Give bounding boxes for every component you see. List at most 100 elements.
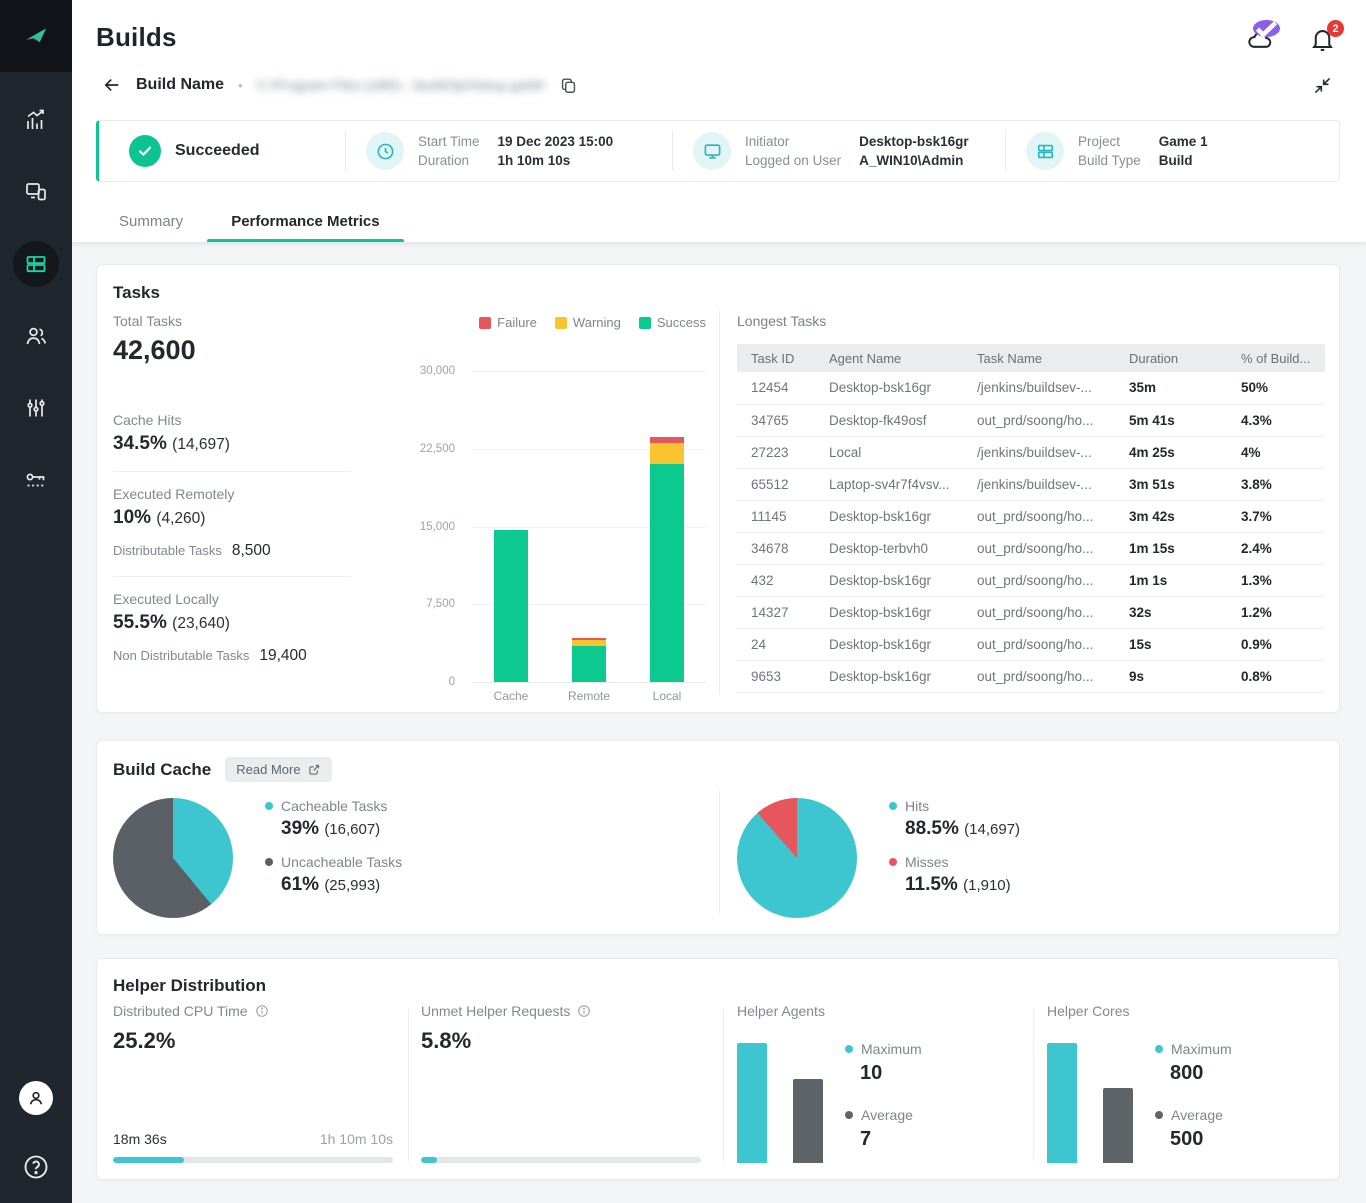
non-distributable-tasks-row: Non Distributable Tasks19,400 (113, 647, 363, 665)
cores-average-value: 500 (1170, 1128, 1232, 1151)
tab-summary[interactable]: Summary (95, 203, 207, 242)
task-id: 14327 (737, 596, 823, 628)
task-name: out_prd/soong/ho... (971, 404, 1123, 436)
table-row[interactable]: 65512Laptop-sv4r7f4vsv.../jenkins/builds… (737, 468, 1325, 500)
agents-average-value: 7 (860, 1128, 922, 1151)
sidebar-item-builds[interactable] (0, 228, 72, 300)
pct-of-build: 0.8% (1235, 660, 1325, 692)
avatar[interactable] (19, 1081, 53, 1115)
users-icon (24, 324, 48, 348)
average-dot (1155, 1111, 1163, 1119)
legend-item-failure: Failure (479, 315, 537, 330)
executed-locally-value: 55.5% (23,640) (113, 612, 363, 634)
help-button[interactable] (20, 1151, 52, 1183)
separator-dot: • (238, 78, 243, 93)
collapse-button[interactable] (1313, 76, 1332, 100)
build-cache-card: Build Cache Read More Cacheable Tasks 39… (96, 740, 1340, 935)
collapse-icon (1313, 76, 1332, 95)
tasks-title: Tasks (113, 283, 160, 303)
table-row[interactable]: 432Desktop-bsk16grout_prd/soong/ho...1m … (737, 564, 1325, 596)
table-row[interactable]: 34765Desktop-fk49osfout_prd/soong/ho...5… (737, 404, 1325, 436)
task-name: out_prd/soong/ho... (971, 596, 1123, 628)
maximum-dot (1155, 1045, 1163, 1053)
table-row[interactable]: 14327Desktop-bsk16grout_prd/soong/ho...3… (737, 596, 1325, 628)
pct-of-build: 2.4% (1235, 532, 1325, 564)
legend-swatch (555, 317, 567, 329)
unmet-requests-progressbar (421, 1157, 701, 1163)
agent-name: Desktop-bsk16gr (823, 628, 971, 660)
agent-name: Desktop-fk49osf (823, 404, 971, 436)
time-segment: Start Time 19 Dec 2023 15:00 Duration 1h… (346, 131, 672, 171)
uncacheable-legend-row: Uncacheable Tasks (265, 854, 525, 870)
uncacheable-value: 61% (25,993) (281, 874, 525, 896)
y-tick-label: 22,500 (420, 443, 455, 455)
external-link-icon (308, 763, 321, 776)
helper-cores-label: Helper Cores (1047, 1003, 1325, 1019)
copy-button[interactable] (559, 76, 578, 95)
builds-icon (24, 252, 48, 276)
app-logo (0, 0, 72, 72)
sidebar-item-agents[interactable] (0, 156, 72, 228)
chart-legend: FailureWarningSuccess (479, 315, 706, 330)
logged-user-value: A_WIN10\Admin (859, 153, 969, 168)
monitor-icon (693, 132, 731, 170)
sidebar-item-settings[interactable] (0, 372, 72, 444)
duration: 3m 51s (1123, 468, 1235, 500)
table-row[interactable]: 27223Local/jenkins/buildsev-...4m 25s4% (737, 436, 1325, 468)
read-more-button[interactable]: Read More (225, 757, 331, 782)
task-name: out_prd/soong/ho... (971, 532, 1123, 564)
info-icon[interactable] (577, 1004, 591, 1018)
longest-tasks-title: Longest Tasks (737, 313, 1325, 329)
legend-item-success: Success (639, 315, 706, 330)
main-area: Builds 2 Build Name • (72, 0, 1366, 1203)
start-time-value: 19 Dec 2023 15:00 (498, 134, 614, 149)
helper-distribution-card: Helper Distribution Distributed CPU Time… (96, 958, 1340, 1180)
page-title: Builds (96, 22, 177, 53)
pct-of-build: 1.2% (1235, 596, 1325, 628)
build-status-bar: Succeeded Start Time 19 Dec 2023 15:00 D… (96, 120, 1340, 182)
uncacheable-dot (265, 858, 273, 866)
notifications-button[interactable]: 2 (1309, 26, 1336, 58)
y-tick-label: 0 (449, 676, 455, 688)
divider (113, 471, 351, 472)
column-header: Task ID (737, 344, 823, 372)
cacheable-value: 39% (16,607) (281, 818, 525, 840)
unmet-helper-requests-label-row: Unmet Helper Requests (421, 1003, 701, 1019)
info-icon[interactable] (255, 1004, 269, 1018)
duration: 1m 15s (1123, 532, 1235, 564)
cores-maximum-value: 800 (1170, 1062, 1232, 1085)
duration: 9s (1123, 660, 1235, 692)
tasks-bar-chart: FailureWarningSuccess 30,00022,50015,000… (397, 313, 709, 685)
initiator-label: Initiator (745, 134, 841, 149)
agents-maximum-value: 10 (860, 1062, 922, 1085)
tasks-bar-plot (472, 371, 706, 682)
build-type-label: Build Type (1078, 153, 1141, 168)
distributed-cpu-time-label-row: Distributed CPU Time (113, 1003, 393, 1019)
status-text: Succeeded (175, 142, 259, 160)
distributed-cpu-time-panel: Distributed CPU Time 25.2% 18m 36s 1h 10… (113, 1003, 393, 1163)
table-row[interactable]: 12454Desktop-bsk16gr/jenkins/buildsev-..… (737, 372, 1325, 404)
table-row[interactable]: 24Desktop-bsk16grout_prd/soong/ho...15s0… (737, 628, 1325, 660)
back-button[interactable] (102, 75, 122, 95)
table-row[interactable]: 9653Desktop-bsk16grout_prd/soong/ho...9s… (737, 660, 1325, 692)
divider (723, 1009, 724, 1161)
sidebar-item-analytics[interactable] (0, 84, 72, 156)
task-name: out_prd/soong/ho... (971, 500, 1123, 532)
cloud-status-button[interactable] (1246, 26, 1273, 58)
build-type-value: Build (1159, 153, 1208, 168)
table-row[interactable]: 11145Desktop-bsk16grout_prd/soong/ho...3… (737, 500, 1325, 532)
sidebar-item-license[interactable] (0, 444, 72, 516)
tab-performance-metrics[interactable]: Performance Metrics (207, 203, 403, 242)
tasks-stats: Total Tasks 42,600 Cache Hits 34.5% (14,… (113, 313, 363, 665)
agent-name: Desktop-bsk16gr (823, 500, 971, 532)
cache-hits-label: Cache Hits (113, 412, 363, 428)
chart-x-axis: CacheRemoteLocal (472, 689, 706, 703)
start-time-label: Start Time (418, 134, 480, 149)
key-icon (24, 468, 48, 492)
table-row[interactable]: 34678Desktop-terbvh0out_prd/soong/ho...1… (737, 532, 1325, 564)
sidebar-item-users[interactable] (0, 300, 72, 372)
back-arrow-icon (102, 75, 122, 95)
agent-name: Laptop-sv4r7f4vsv... (823, 468, 971, 500)
cloud-check-badge (1253, 20, 1280, 37)
task-name: /jenkins/buildsev-... (971, 436, 1123, 468)
